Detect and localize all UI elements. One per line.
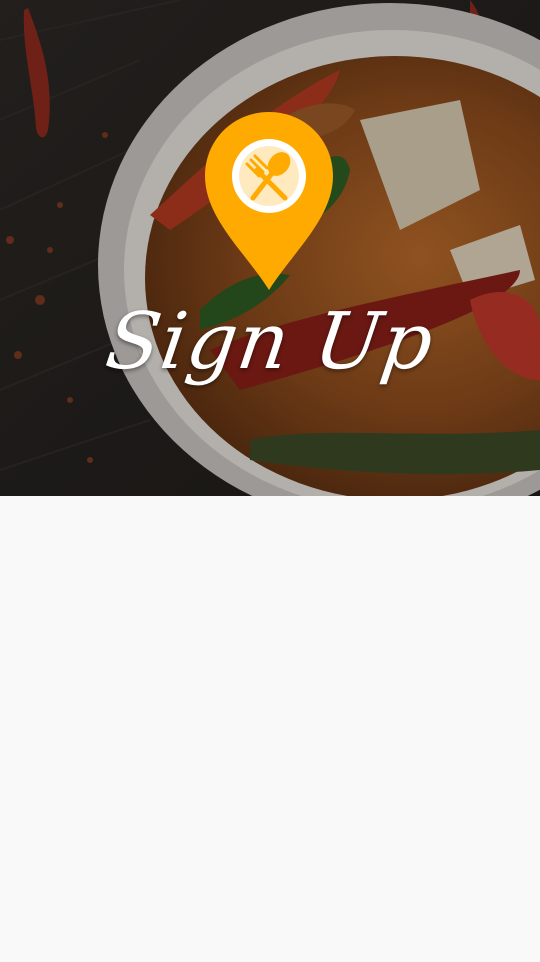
signup-form-area xyxy=(0,496,540,962)
map-pin-logo-icon xyxy=(205,112,333,290)
page-title: Sign Up xyxy=(100,297,440,387)
hero-banner: Sign Up xyxy=(0,0,540,496)
